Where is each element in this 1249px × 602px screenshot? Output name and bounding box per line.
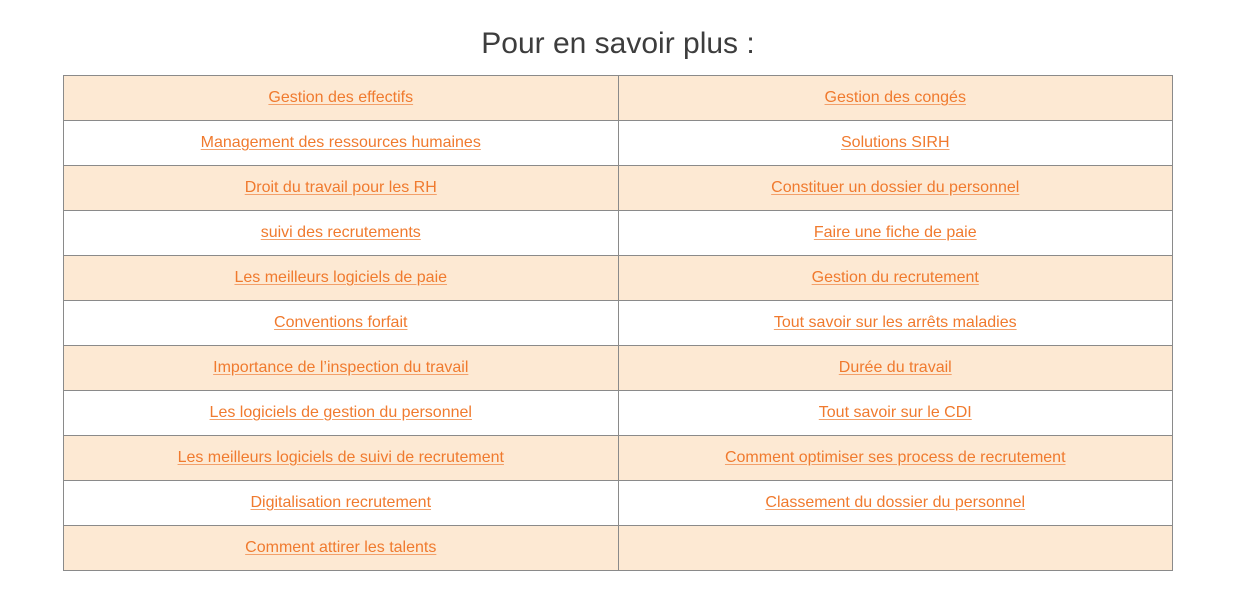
table-cell: Les logiciels de gestion du personnel — [63, 390, 619, 436]
table-cell: Gestion des effectifs — [63, 75, 619, 121]
table-row: Les meilleurs logiciels de suivi de recr… — [63, 435, 1173, 481]
table-cell: Constituer un dossier du personnel — [617, 165, 1173, 211]
link-arrets-maladies[interactable]: Tout savoir sur les arrêts maladies — [774, 314, 1017, 331]
link-meilleurs-logiciels-paie[interactable]: Les meilleurs logiciels de paie — [234, 269, 447, 286]
link-management-ressources-humaines[interactable]: Management des ressources humaines — [201, 134, 481, 151]
table-row: Comment attirer les talents — [63, 525, 1173, 571]
table-cell: Les meilleurs logiciels de suivi de recr… — [63, 435, 619, 481]
link-logiciels-suivi-recrutement[interactable]: Les meilleurs logiciels de suivi de recr… — [178, 449, 504, 466]
table-row: Droit du travail pour les RH Constituer … — [63, 165, 1173, 211]
table-row: suivi des recrutements Faire une fiche d… — [63, 210, 1173, 256]
link-digitalisation-recrutement[interactable]: Digitalisation recrutement — [250, 494, 431, 511]
table-cell: Durée du travail — [617, 345, 1173, 391]
table-cell: Tout savoir sur les arrêts maladies — [617, 300, 1173, 346]
table-cell: Classement du dossier du personnel — [617, 480, 1173, 526]
link-suivi-des-recrutements[interactable]: suivi des recrutements — [261, 224, 421, 241]
table-cell: Comment attirer les talents — [63, 525, 619, 571]
table-cell: Les meilleurs logiciels de paie — [63, 255, 619, 301]
link-fiche-de-paie[interactable]: Faire une fiche de paie — [814, 224, 977, 241]
link-inspection-du-travail[interactable]: Importance de l’inspection du travail — [213, 359, 468, 376]
table-row: Digitalisation recrutement Classement du… — [63, 480, 1173, 526]
link-solutions-sirh[interactable]: Solutions SIRH — [841, 134, 950, 151]
table-cell: Gestion des congés — [617, 75, 1173, 121]
link-dossier-du-personnel[interactable]: Constituer un dossier du personnel — [771, 179, 1019, 196]
table-row: Gestion des effectifs Gestion des congés — [63, 75, 1173, 121]
table-row: Management des ressources humaines Solut… — [63, 120, 1173, 166]
table-cell: Faire une fiche de paie — [617, 210, 1173, 256]
table-row: Les meilleurs logiciels de paie Gestion … — [63, 255, 1173, 301]
links-table: Gestion des effectifs Gestion des congés… — [63, 75, 1173, 571]
link-logiciels-gestion-personnel[interactable]: Les logiciels de gestion du personnel — [210, 404, 472, 421]
link-optimiser-process-recrutement[interactable]: Comment optimiser ses process de recrute… — [725, 449, 1066, 466]
table-cell: Tout savoir sur le CDI — [617, 390, 1173, 436]
table-row: Les logiciels de gestion du personnel To… — [63, 390, 1173, 436]
link-conventions-forfait[interactable]: Conventions forfait — [274, 314, 407, 331]
table-cell: Importance de l’inspection du travail — [63, 345, 619, 391]
table-row: Conventions forfait Tout savoir sur les … — [63, 300, 1173, 346]
link-gestion-des-effectifs[interactable]: Gestion des effectifs — [268, 89, 413, 106]
table-cell: Droit du travail pour les RH — [63, 165, 619, 211]
link-gestion-des-conges[interactable]: Gestion des congés — [825, 89, 966, 106]
link-classement-dossier-personnel[interactable]: Classement du dossier du personnel — [765, 494, 1025, 511]
table-cell: Solutions SIRH — [617, 120, 1173, 166]
table-cell: suivi des recrutements — [63, 210, 619, 256]
table-cell: Conventions forfait — [63, 300, 619, 346]
link-tout-savoir-cdi[interactable]: Tout savoir sur le CDI — [819, 404, 972, 421]
table-row: Importance de l’inspection du travail Du… — [63, 345, 1173, 391]
section-heading: Pour en savoir plus : — [481, 27, 755, 60]
link-duree-du-travail[interactable]: Durée du travail — [839, 359, 952, 376]
links-table-body: Gestion des effectifs Gestion des congés… — [63, 75, 1173, 571]
table-cell: Management des ressources humaines — [63, 120, 619, 166]
link-gestion-du-recrutement[interactable]: Gestion du recrutement — [812, 269, 979, 286]
table-cell: Digitalisation recrutement — [63, 480, 619, 526]
empty-table-cell — [617, 525, 1173, 571]
link-droit-du-travail-rh[interactable]: Droit du travail pour les RH — [245, 179, 437, 196]
table-cell: Comment optimiser ses process de recrute… — [617, 435, 1173, 481]
link-attirer-les-talents[interactable]: Comment attirer les talents — [245, 539, 436, 556]
table-cell: Gestion du recrutement — [617, 255, 1173, 301]
